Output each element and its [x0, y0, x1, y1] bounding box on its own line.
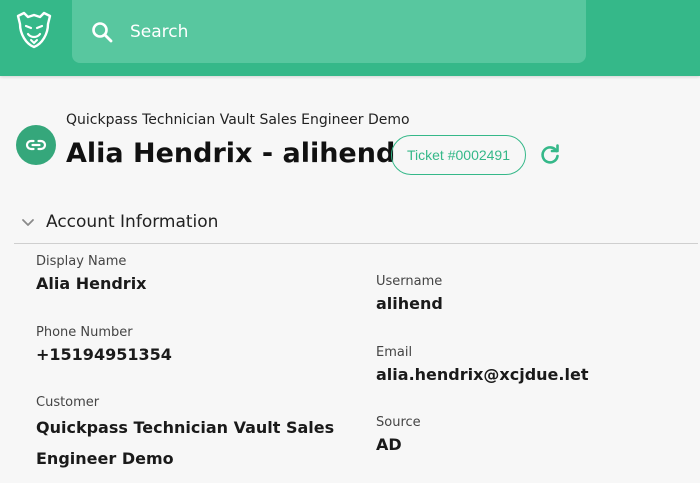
link-icon: [25, 139, 47, 151]
field-label: Source: [376, 415, 421, 430]
search-icon: [92, 22, 113, 43]
field-value: alia.hendrix@xcjdue.let: [376, 365, 589, 384]
page-subtitle: Quickpass Technician Vault Sales Enginee…: [66, 112, 410, 128]
search-bar[interactable]: [72, 0, 586, 63]
field-value: alihend: [376, 294, 443, 313]
field-value: AD: [376, 435, 402, 454]
field-value: +15194951354: [36, 345, 172, 364]
page-title: Alia Hendrix - alihend: [66, 138, 396, 169]
field-username: Username alihend: [376, 274, 686, 315]
field-value: Alia Hendrix: [36, 274, 147, 293]
section-title: Account Information: [46, 212, 219, 232]
top-bar: [0, 0, 700, 76]
chevron-down-icon[interactable]: [16, 210, 40, 234]
field-display-name: Display Name Alia Hendrix: [36, 254, 336, 295]
ticket-chip[interactable]: Ticket #0002491: [391, 135, 526, 175]
field-label: Username: [376, 274, 443, 289]
refresh-icon[interactable]: [538, 143, 562, 167]
field-label: Phone Number: [36, 325, 133, 340]
cheetah-logo-icon[interactable]: [14, 10, 54, 50]
field-source: Source AD: [376, 415, 686, 456]
section-header-account-information[interactable]: Account Information: [16, 208, 218, 236]
field-label: Email: [376, 345, 413, 360]
field-value: Quickpass Technician Vault Sales Enginee…: [36, 418, 335, 468]
field-label: Customer: [36, 395, 100, 410]
field-customer: Customer Quickpass Technician Vault Sale…: [36, 395, 336, 474]
field-phone-number: Phone Number +15194951354: [36, 325, 336, 366]
field-label: Display Name: [36, 254, 127, 269]
divider: [14, 243, 698, 244]
search-input[interactable]: [130, 18, 550, 46]
field-email: Email alia.hendrix@xcjdue.let: [376, 345, 686, 386]
link-badge: [16, 125, 56, 165]
